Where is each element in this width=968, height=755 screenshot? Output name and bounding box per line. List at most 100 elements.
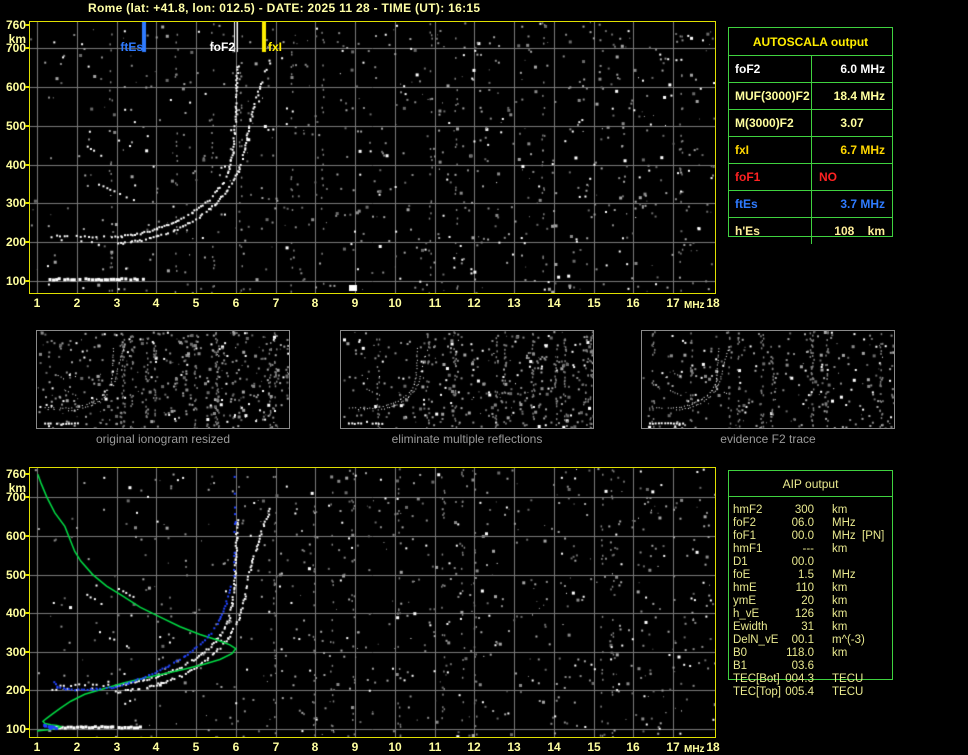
x-axis-label: 15: [587, 296, 601, 310]
x-axis-label: 10: [388, 296, 402, 310]
y-axis-tick: [25, 86, 29, 88]
x-axis-label: 14: [547, 296, 561, 310]
x-axis-label: 10: [388, 740, 402, 754]
x-axis-label: 18: [706, 296, 720, 310]
x-axis-label: 17: [666, 740, 680, 754]
aip-row-unit: km: [832, 504, 848, 516]
aip-row-unit: km: [832, 647, 848, 659]
x-axis-label: 4: [152, 740, 160, 754]
autoscala-row-fxI: fxI 6.7 MHz: [729, 136, 892, 163]
y-axis-tick: [25, 651, 29, 653]
aip-row-value: 110: [795, 582, 814, 594]
aip-row-ymE: ymE 20 km: [728, 595, 893, 608]
y-axis-tick: [25, 164, 29, 166]
x-axis-label: 15: [587, 740, 601, 754]
foF2-marker-label: foF2: [209, 40, 235, 54]
aip-row-Ewidth: Ewidth 31 km: [728, 621, 893, 634]
autoscala-row-label: fxI: [729, 137, 812, 163]
y-axis-label: 600: [5, 529, 26, 543]
autoscala-row-value: NO: [819, 170, 837, 184]
y-axis-tick: [25, 202, 29, 204]
y-axis-tick: [25, 574, 29, 576]
y-axis-label: 500: [5, 119, 26, 133]
aip-row-value: 20: [801, 595, 814, 607]
aip-row-unit: m^(-3): [832, 634, 865, 646]
autoscala-row-value: 6.7 MHz: [840, 143, 885, 157]
autoscala-app-window: Rome (lat: +41.8, lon: 012.5) - DATE: 20…: [0, 0, 968, 755]
thumbnail-caption-original: original ionogram resized: [95, 432, 231, 446]
x-axis-label: 1: [33, 740, 41, 754]
y-axis-label: 300: [5, 196, 26, 210]
aip-row-hmF2: hmF2 300 km: [728, 504, 893, 517]
thumbnail-caption-f2: evidence F2 trace: [720, 432, 816, 446]
thumbnail-original-canvas: [37, 331, 289, 428]
aip-row-foF1: foF1 00.0 MHz [PN]: [728, 530, 893, 543]
y-axis-label: 400: [5, 158, 26, 172]
aip-row-label: B0: [733, 647, 748, 659]
x-axis-label: 18: [706, 740, 720, 754]
aip-row-unit: km: [832, 621, 848, 633]
autoscala-row-foF1: foF1 NO: [729, 163, 892, 190]
aip-row-foE: foE 1.5 MHz: [728, 569, 893, 582]
y-axis-label: 400: [5, 606, 26, 620]
y-axis-tick: [25, 473, 29, 475]
x-axis-label: 3: [113, 296, 121, 310]
aip-row-h_vE: h_vE 126 km: [728, 608, 893, 621]
x-axis-unit-mhz: MHz: [684, 300, 705, 311]
aip-row-unit: TECU: [832, 673, 864, 685]
aip-row-value: 118.0: [786, 647, 814, 659]
autoscala-row-value: 3.07: [840, 116, 864, 130]
x-axis-label: 12: [467, 740, 481, 754]
aip-row-value: 004.3: [785, 673, 814, 685]
thumbnail-f2-trace: [641, 330, 895, 429]
x-axis-label: 9: [351, 296, 359, 310]
x-axis-label: 2: [73, 296, 81, 310]
aip-row-DelN_vE: DelN_vE 00.1 m^(-3): [728, 634, 893, 647]
x-axis-label: 13: [507, 740, 521, 754]
aip-row-value: 126: [794, 608, 814, 620]
x-axis-label: 13: [507, 296, 521, 310]
y-axis-tick: [25, 535, 29, 537]
thumbnail-reflections-canvas: [341, 331, 593, 428]
aip-row-note: [PN]: [862, 530, 885, 542]
aip-row-B1: B1 03.6: [728, 660, 893, 673]
x-axis-label: 16: [626, 740, 640, 754]
aip-row-label: ymE: [733, 595, 756, 607]
aip-output-table: hmF2 300 km foF2 06.0 MHz foF1 00.0 MHz [PN] hmF1-…: [728, 504, 893, 699]
autoscala-row-MUF(3000)F2: MUF(3000)F2 18.4 MHz: [729, 82, 892, 109]
y-axis-tick: [25, 728, 29, 730]
thumbnail-caption-reflections: eliminate multiple reflections: [391, 432, 543, 446]
autoscala-row-foF2: foF2 6.0 MHz: [729, 55, 892, 82]
autoscala-row-h'Es: h'Es 108 km: [729, 217, 892, 244]
autoscala-row-label: MUF(3000)F2: [729, 83, 812, 109]
autoscala-table-header: AUTOSCALA output: [752, 34, 869, 49]
x-axis-label: 4: [152, 296, 160, 310]
aip-row-foF2: foF2 06.0 MHz: [728, 517, 893, 530]
aip-row-value: 06.0: [791, 517, 814, 529]
x-axis-label: 9: [351, 740, 359, 754]
x-axis-label: 1: [33, 296, 41, 310]
x-axis-label: 8: [311, 296, 319, 310]
x-axis-label: 6: [232, 740, 240, 754]
aip-row-value: 03.6: [791, 660, 814, 672]
autoscala-row-value: 6.0 MHz: [840, 62, 885, 76]
x-axis-label: 17: [666, 296, 680, 310]
aip-row-label: B1: [733, 660, 748, 672]
aip-row-value: 1.5: [798, 569, 814, 581]
aip-row-unit: km: [832, 543, 848, 555]
y-axis-tick: [25, 24, 29, 26]
aip-table-header: AIP output: [782, 477, 839, 491]
y-axis-label: 760: [5, 18, 26, 32]
fxI-marker-label: fxI: [268, 40, 283, 54]
y-axis-label: 760: [5, 467, 26, 481]
autoscala-row-label: foF2: [729, 56, 812, 82]
y-axis-tick: [25, 125, 29, 127]
aip-row-unit: km: [832, 608, 848, 620]
autoscala-row-value: 18.4 MHz: [833, 89, 885, 103]
y-axis-tick: [25, 47, 29, 49]
aip-row-value: ---: [802, 543, 815, 555]
x-axis-label: 5: [192, 740, 200, 754]
bottom-ionogram-plot: [29, 467, 716, 738]
y-axis-tick: [25, 241, 29, 243]
aip-row-unit: km: [832, 595, 848, 607]
